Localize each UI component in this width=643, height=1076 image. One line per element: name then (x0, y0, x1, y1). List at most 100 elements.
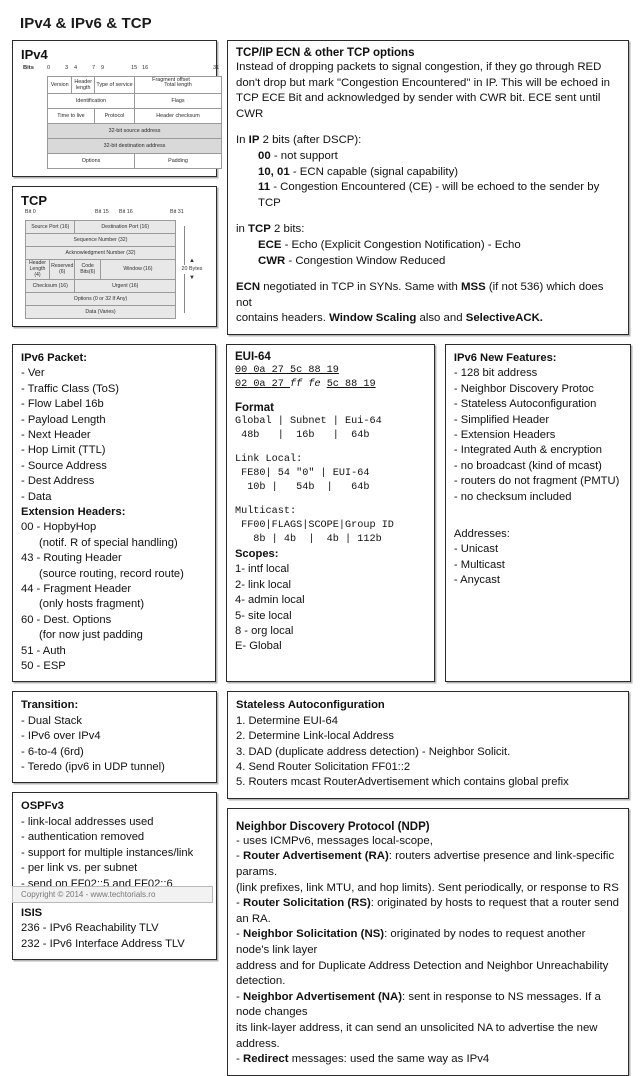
ipv6-packet-heading: IPv6 Packet: (21, 351, 87, 364)
ipv6-features-heading: IPv6 New Features: (453, 351, 557, 364)
table-row: 32-bit destination address (47, 138, 222, 154)
list-item: - per link vs. per subnet (21, 862, 138, 875)
list-item: - support for multiple instances/link (21, 846, 194, 859)
panel-tcp: TCP Bit 0 Bit 15 Bit 16 Bit 31 Source Po… (12, 186, 217, 327)
tcp-field-table: Source Port (16) Destination Port (16) S… (24, 220, 176, 319)
tcp-field-ack-number: Acknowledgment Number (32) (25, 246, 176, 260)
list-item: - no checksum included (453, 490, 572, 503)
table-row: Time to live Protocol Header checksum (47, 108, 223, 124)
list-item: - Data (21, 490, 52, 503)
ipv6-features-list: IPv6 New Features: - 128 bit address - N… (454, 351, 622, 505)
list-item: - Dual Stack (21, 714, 82, 727)
ecn-tcp-bold: TCP (248, 223, 271, 236)
ndp-entry-rs: - Router Solicitation (RS): originated b… (236, 896, 620, 927)
list-item: 60 - Dest. Options (21, 613, 112, 626)
ndp-ra-term: Router Advertisement (RA) (242, 850, 389, 863)
ndp-ra-lead: - (236, 850, 243, 863)
ndp-ns-term: Neighbor Solicitation (NS) (242, 928, 385, 941)
eui64-mac1-oui-first: 00 (234, 364, 248, 376)
list-item: E- Global (234, 640, 282, 653)
list-item: 232 - IPv6 Interface Address TLV (21, 937, 185, 950)
eui64-linklocal-heading: Link Local: (234, 453, 303, 465)
right-column-bottom: Stateless Autoconfiguration 1. Determine… (227, 691, 629, 1076)
ecn-ip-bold: IP (248, 134, 260, 147)
ipv4-bit-4: 4 (74, 65, 78, 71)
table-row: Source Port (16) Destination Port (16) (24, 220, 176, 234)
ipv4-bit-7: 7 (92, 65, 96, 71)
eui64-mac1-nic: 5c 88 19 (290, 364, 339, 376)
isis-list: ISIS 236 - IPv6 Reachability TLV 232 - I… (21, 906, 208, 952)
panel-ipv6-packet: IPv6 Packet: - Ver - Traffic Class (ToS)… (12, 343, 216, 683)
ipv4-field-tos: Type of service (93, 76, 135, 94)
eui64-heading: EUI-64 (234, 350, 271, 363)
eui64-format-line-2: 48b | 16b | 64b (234, 429, 370, 441)
top-row: IPv4 Bits 0 3 4 7 9 15 16 31 Version Hea… (12, 40, 631, 335)
list-item: 43 - Routing Header (21, 552, 122, 565)
tcp-size-annotation: ▲ 20 Bytes ▼ (176, 220, 208, 319)
ipv4-field-identification: Identification (47, 93, 135, 109)
tcp-field-code-bits: Code Bits(6) (74, 259, 101, 280)
arrow-down-icon: ▼ (188, 273, 195, 282)
ipv4-field-options: Options (47, 153, 135, 169)
ipv4-bit-31: 31 (213, 65, 220, 71)
ipv4-field-fragment-offset: Fragment offset (152, 77, 190, 83)
tcp-header-diagram: Source Port (16) Destination Port (16) S… (21, 220, 208, 319)
ipv4-field-padding: Padding (133, 153, 223, 169)
tcp-size-label: 20 Bytes (181, 265, 203, 274)
table-row: Sequence Number (32) (25, 233, 176, 247)
eui64-mac1-oui-rest: 0a 27 (247, 364, 290, 376)
table-row: Data (Varies) (25, 304, 176, 319)
ecn-outro-text-1: negotiated in TCP in SYNs. Same with (260, 281, 461, 294)
ecn-intro-line-1: Instead of dropping packets to signal co… (236, 61, 602, 73)
list-item: - Stateless Autoconfiguration (453, 398, 597, 411)
page-title: IPv4 & IPv6 & TCP (20, 15, 152, 32)
ndp-na-lead: - (236, 990, 243, 1003)
table-row: Checksum (16) Urgent (16) (24, 278, 176, 293)
ndp-redirect-desc: messages: used the same way as IPv4 (288, 1053, 490, 1066)
list-item: - 128 bit address (453, 367, 538, 380)
panel-slaac: Stateless Autoconfiguration 1. Determine… (227, 691, 629, 799)
ospfv3-list: OSPFv3 - link-local addresses used - aut… (21, 799, 208, 891)
list-item: - Flow Label 16b (21, 398, 104, 411)
list-item: 4- admin local (234, 594, 305, 607)
ipv4-heading: IPv4 (21, 47, 48, 62)
list-item: (notif. R of special handling) (39, 536, 178, 549)
ospfv3-heading: OSPFv3 (21, 800, 64, 813)
table-row: Options Padding (47, 153, 223, 169)
tcp-bit-15: Bit 15 (95, 209, 109, 215)
ecn-outro-winscale: Window Scaling (329, 312, 417, 325)
eui64-format-line-1: Global | Subnet | Eui-64 (234, 415, 382, 427)
ipv4-bit-ruler: Bits 0 3 4 7 9 15 16 31 (23, 65, 219, 76)
ecn-tcp-code-ece: ECE (258, 238, 282, 251)
list-item: 1- intf local (234, 563, 290, 576)
list-item: - Extension Headers (453, 428, 556, 441)
ecn-tcp-bit-ece: ECE - Echo (Explicit Congestion Notifica… (236, 238, 620, 254)
list-item: - Source Address (21, 459, 107, 472)
list-item: - Dest Address (21, 475, 95, 488)
ndp-entry-icmpv6: - uses ICMPv6, messages local-scope, (236, 834, 433, 847)
ecn-outro-sack: SelectiveACK. (465, 312, 543, 325)
panel-transition: Transition: - Dual Stack - IPv6 over IPv… (12, 691, 217, 784)
ipv4-field-flags: Flags (133, 93, 223, 109)
panel-eui64: EUI-64 00 0a 27 5c 88 19 02 0a 27 ff fe … (225, 343, 435, 683)
tcp-bit-16: Bit 16 (119, 209, 133, 215)
list-item: - Integrated Auth & encryption (453, 444, 602, 457)
left-column-bottom: Transition: - Dual Stack - IPv6 over IPv… (12, 691, 217, 1075)
tcp-field-urgent: Urgent (16) (74, 278, 176, 293)
ecn-tcp-desc-cwr: - Congestion Window Reduced (285, 254, 446, 267)
ndp-redirect-term: Redirect (242, 1053, 289, 1066)
list-item: 44 - Fragment Header (21, 583, 132, 595)
list-item: - Traffic Class (ToS) (21, 382, 120, 395)
eui64-scopes-list: Scopes: 1- intf local 2- link local 4- a… (235, 547, 426, 655)
transition-heading: Transition: (21, 699, 79, 712)
ecn-tcp-bit-cwr: CWR - Congestion Window Reduced (236, 254, 620, 270)
ecn-ip-desc-11: - Congestion Encountered (CE) - will be … (258, 181, 600, 209)
tcp-field-window: Window (16) (99, 259, 176, 280)
tcp-bit-ruler: Bit 0 Bit 15 Bit 16 Bit 31 (25, 209, 185, 218)
list-item: 1. Determine EUI-64 (236, 714, 338, 727)
tcp-field-source-port: Source Port (16) (24, 220, 76, 234)
list-item: - Unicast (453, 543, 499, 556)
list-item: - link-local addresses used (21, 815, 154, 828)
